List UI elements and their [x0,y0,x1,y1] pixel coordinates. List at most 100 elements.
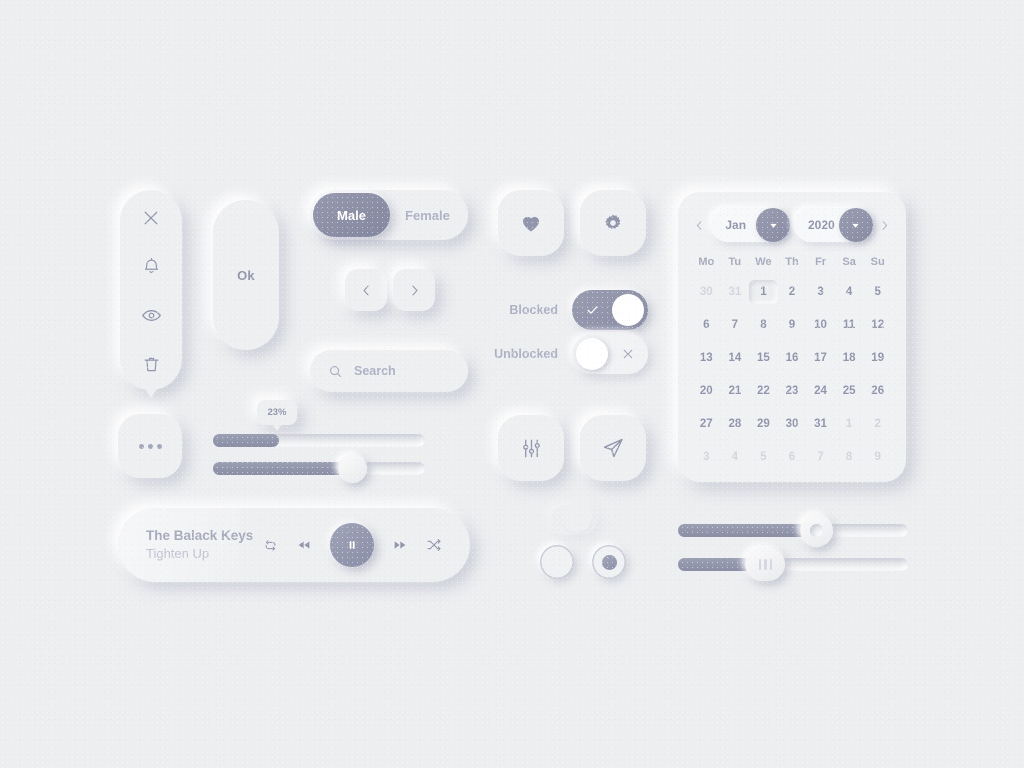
more-options-button[interactable] [118,414,182,478]
calendar-day-cell[interactable]: 11 [835,313,864,337]
calendar-day-cell[interactable]: 3 [806,280,835,304]
calendar-day-cell[interactable]: 7 [721,313,750,337]
bell-icon[interactable] [142,257,161,276]
calendar-day-cell[interactable]: 8 [749,313,778,337]
calendar-year-select[interactable]: 2020 [794,208,873,242]
ok-button-label: Ok [237,267,255,283]
calendar-day-cell[interactable]: 1 [749,280,778,304]
trash-icon[interactable] [142,355,161,374]
chevron-left-icon [359,283,374,298]
music-player-card: The Balack Keys Tighten Up [118,508,470,582]
eye-icon[interactable] [141,305,162,326]
chevron-right-icon [407,283,422,298]
calendar-day-cell[interactable]: 9 [778,313,807,337]
nav-prev-button[interactable] [345,269,387,311]
heart-icon [519,211,543,235]
calendar-weekday-su: Su [870,256,885,268]
rewind-icon[interactable] [296,537,312,553]
calendar-day-cell[interactable]: 16 [778,346,807,370]
calendar-day-cell[interactable]: 5 [749,445,778,469]
calendar-day-cell[interactable]: 25 [835,379,864,403]
radio-option-2[interactable] [592,545,626,579]
calendar-day-cell[interactable]: 12 [863,313,892,337]
calendar-weekday-mo: Mo [698,256,715,268]
cross-icon [621,347,635,361]
switch-row-blocked: Blocked [480,290,648,330]
calendar-day-cell[interactable]: 2 [778,280,807,304]
calendar-day-cell[interactable]: 9 [863,445,892,469]
calendar-day-cell[interactable]: 6 [778,445,807,469]
tooltip-arrow [271,423,283,431]
calendar-day-cell[interactable]: 15 [749,346,778,370]
switch-row-unblocked: Unblocked [480,334,648,374]
calendar-day-cell[interactable]: 26 [863,379,892,403]
slider-value-tooltip: 23% [257,400,297,431]
calendar-day-cell[interactable]: 20 [692,379,721,403]
calendar-day-cell[interactable]: 10 [806,313,835,337]
calendar-day-cell[interactable]: 4 [721,445,750,469]
calendar-day-cell[interactable]: 7 [806,445,835,469]
calendar-day-cell[interactable]: 19 [863,346,892,370]
toggle-blocked-thumb [612,294,644,326]
ok-button[interactable]: Ok [213,200,279,350]
calendar-day-cell[interactable]: 1 [835,412,864,436]
calendar-day-cell[interactable]: 14 [721,346,750,370]
calendar-month-select[interactable]: Jan [711,208,790,242]
calendar-weekday-fr: Fr [815,256,827,268]
calendar-day-cell[interactable]: 18 [835,346,864,370]
calendar-day-cell[interactable]: 3 [692,445,721,469]
slider-progress[interactable] [213,454,425,483]
search-input[interactable]: Search [310,350,468,392]
calendar-day-cell[interactable]: 27 [692,412,721,436]
slider-right-bottom-handle[interactable] [745,547,786,581]
calendar-next-icon[interactable] [877,219,892,232]
calendar-day-cell[interactable]: 22 [749,379,778,403]
calendar-day-cell[interactable]: 4 [835,280,864,304]
ghost-toggle-thumb [562,502,592,532]
toggle-blocked[interactable] [572,290,648,330]
adjust-button[interactable] [498,415,564,481]
calendar-prev-icon[interactable] [692,219,707,232]
calendar-day-cell[interactable]: 13 [692,346,721,370]
calendar-day-cell[interactable]: 31 [806,412,835,436]
nav-next-button[interactable] [393,269,435,311]
forward-icon[interactable] [392,537,408,553]
slider-right-top[interactable] [678,514,908,547]
settings-button[interactable] [580,190,646,256]
calendar-day-cell[interactable]: 31 [721,280,750,304]
calendar-day-cell[interactable]: 8 [835,445,864,469]
check-icon [585,303,600,318]
calendar-day-cell[interactable]: 23 [778,379,807,403]
gear-icon [602,212,624,234]
send-button[interactable] [580,415,646,481]
segment-female[interactable]: Female [390,193,465,237]
pause-button[interactable] [330,523,374,567]
segment-male[interactable]: Male [313,193,390,237]
calendar-day-cell[interactable]: 21 [721,379,750,403]
calendar-day-cell[interactable]: 30 [778,412,807,436]
calendar-day-cell[interactable]: 2 [863,412,892,436]
radio-option-2-dot [601,554,617,570]
calendar-day-cell[interactable]: 6 [692,313,721,337]
calendar-day-cell[interactable]: 30 [692,280,721,304]
track-subtitle: Tighten Up [146,546,210,562]
slider-right-top-fill [678,524,816,537]
radio-option-1[interactable] [540,545,574,579]
slider-progress-handle[interactable] [338,454,367,483]
slider-right-bottom[interactable] [678,547,908,581]
pause-icon [345,538,359,552]
toggle-unblocked[interactable] [572,334,648,374]
slider-right-top-handle[interactable] [800,514,833,547]
shuffle-icon[interactable] [426,537,442,553]
calendar-day-cell[interactable]: 28 [721,412,750,436]
calendar-day-cell[interactable]: 29 [749,412,778,436]
calendar-day-cell[interactable]: 17 [806,346,835,370]
favorite-button[interactable] [498,190,564,256]
repeat-icon[interactable] [263,538,278,553]
calendar-day-cell[interactable]: 24 [806,379,835,403]
calendar-day-cell[interactable]: 5 [863,280,892,304]
close-icon[interactable] [141,208,161,228]
switch-label-unblocked: Unblocked [494,347,558,361]
slider-volume[interactable] [213,434,425,447]
send-icon [601,436,625,460]
